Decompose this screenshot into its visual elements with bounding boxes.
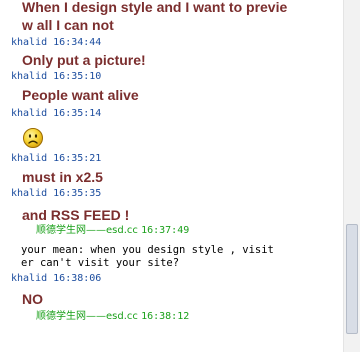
- sender-name[interactable]: khalid: [11, 153, 47, 164]
- message-text: and RSS FEED !: [22, 207, 130, 223]
- sender-name[interactable]: khalid: [11, 188, 47, 199]
- sad-face-icon: [22, 127, 44, 149]
- message-time: 16:34:44: [53, 37, 102, 48]
- message-text: must in x2.5: [22, 169, 103, 185]
- sender-name[interactable]: khalid: [11, 108, 47, 119]
- message-header: khalid 16:34:44: [11, 37, 343, 49]
- scrollbar-thumb[interactable]: [346, 224, 358, 334]
- message-header: 顺德学生网——esd.cc 16:38:12: [36, 311, 343, 323]
- sender-name[interactable]: 顺德学生网——esd.cc: [36, 311, 138, 322]
- sender-name[interactable]: khalid: [11, 273, 47, 284]
- message-header: khalid 16:35:14: [11, 108, 343, 120]
- message-time: 16:38:12: [141, 311, 190, 322]
- message-text: NO: [22, 291, 43, 307]
- message-time: 16:35:10: [53, 71, 102, 82]
- message-header: khalid 16:38:06: [11, 273, 343, 285]
- chat-history-panel[interactable]: When I design style and I want to previe…: [0, 0, 343, 352]
- message-header: khalid 16:35:10: [11, 71, 343, 83]
- message-time: 16:38:06: [53, 273, 102, 284]
- message-text: Only put a picture!: [22, 52, 146, 68]
- message-text: your mean: when you design style , visit…: [21, 244, 274, 269]
- message-time: 16:35:14: [53, 108, 102, 119]
- sender-name[interactable]: 顺德学生网——esd.cc: [36, 225, 138, 236]
- message-header: 顺德学生网——esd.cc 16:37:49: [36, 225, 343, 237]
- vertical-scrollbar[interactable]: [343, 0, 360, 352]
- message-time: 16:35:35: [53, 188, 102, 199]
- message-text: People want alive: [22, 87, 139, 103]
- message-header: khalid 16:35:35: [11, 188, 343, 200]
- message-time: 16:37:49: [141, 225, 190, 236]
- sender-name[interactable]: khalid: [11, 71, 47, 82]
- sender-name[interactable]: khalid: [11, 37, 47, 48]
- message-time: 16:35:21: [53, 153, 102, 164]
- message-text: When I design style and I want to previe…: [22, 0, 288, 33]
- message-header: khalid 16:35:21: [11, 153, 343, 165]
